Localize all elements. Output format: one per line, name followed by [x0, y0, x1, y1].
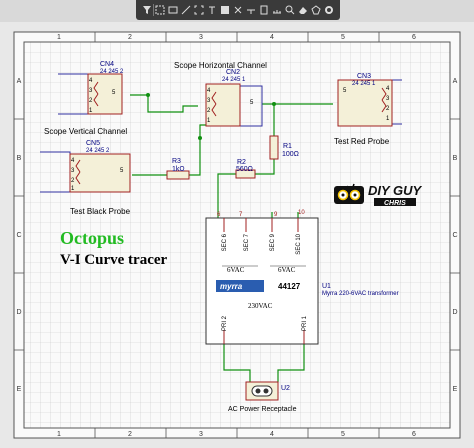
r2-ref: R2: [237, 159, 246, 166]
marquee-icon[interactable]: [154, 3, 167, 17]
secondary-right-voltage: 6VAC: [278, 266, 296, 274]
wire-icon[interactable]: [180, 3, 193, 17]
sec7-label: SEC 7: [244, 233, 250, 251]
brand-logo: myrra: [220, 282, 243, 291]
sec10-label: SEC 10: [296, 233, 302, 254]
frame-row-b-right: B: [453, 155, 458, 162]
frame-row-a-left: A: [17, 78, 22, 85]
frame-col-6-top: 6: [412, 34, 416, 41]
frame-col-5-bottom: 5: [341, 431, 345, 438]
r1-value: 100Ω: [282, 151, 299, 158]
pri2-label: PRI 2: [222, 315, 228, 331]
frame-col-1-bottom: 1: [57, 431, 61, 438]
cn5-label: Test Black Probe: [70, 207, 131, 216]
ruler-icon[interactable]: [271, 3, 284, 17]
r3-value: 1kΩ: [172, 166, 185, 173]
frame-row-e-left: E: [17, 386, 22, 393]
u1-description: Myrra 220-6VAC transformer: [322, 291, 399, 297]
frame-row-b-left: B: [17, 155, 22, 162]
title-vi-curve-tracer: V-I Curve tracer: [60, 252, 168, 268]
logo-line2: CHRIS: [384, 200, 406, 207]
schematic-toolbar: [136, 0, 340, 20]
eraser-icon[interactable]: [297, 3, 310, 17]
frame-row-c-right: C: [452, 232, 457, 239]
title-octopus: Octopus: [60, 228, 124, 248]
cn4-ref: CN4: [100, 61, 114, 68]
fit-icon[interactable]: [193, 3, 206, 17]
settings-icon[interactable]: [323, 3, 336, 17]
text-icon[interactable]: [206, 3, 219, 17]
diy-guy-chris-logo: DIY GUY CHRIS: [334, 183, 423, 207]
frame-col-6-bottom: 6: [412, 431, 416, 438]
r1-ref: R1: [283, 143, 292, 150]
junction-icon[interactable]: [245, 3, 258, 17]
u2-ref: U2: [281, 385, 290, 392]
component-icon[interactable]: [258, 3, 271, 17]
cn2-value: 24 245 1: [222, 77, 246, 83]
frame-col-4-top: 4: [270, 34, 274, 41]
frame-col-2-top: 2: [128, 34, 132, 41]
cn3-value: 24 245 1: [352, 81, 376, 87]
cn3-ref: CN3: [357, 73, 371, 80]
polygon-icon[interactable]: [310, 3, 323, 17]
frame-row-e-right: E: [453, 386, 458, 393]
r3-ref: R3: [172, 158, 181, 165]
frame-row-c-left: C: [16, 232, 21, 239]
cn3-label: Test Red Probe: [334, 137, 390, 146]
junction-dot: [146, 93, 150, 97]
sec6-label: SEC 6: [222, 233, 228, 251]
filter-icon[interactable]: [140, 3, 153, 17]
cn5-ref: CN5: [86, 140, 100, 147]
frame-row-d-right: D: [452, 309, 457, 316]
frame-col-2-bottom: 2: [128, 431, 132, 438]
zoom-icon[interactable]: [284, 3, 297, 17]
frame-row-a-right: A: [453, 78, 458, 85]
u2-label: AC Power Receptacle: [228, 406, 297, 413]
sec9-label: SEC 9: [270, 233, 276, 251]
rectangle-icon[interactable]: [167, 3, 180, 17]
frame-col-5-top: 5: [341, 34, 345, 41]
frame-col-3-bottom: 3: [199, 431, 203, 438]
logo-line1: DIY GUY: [368, 183, 423, 198]
u1-ref: U1: [322, 283, 331, 290]
frame-col-1-top: 1: [57, 34, 61, 41]
frame-row-d-left: D: [16, 309, 21, 316]
frame-col-4-bottom: 4: [270, 431, 274, 438]
cn2-label: Scope Horizontal Channel: [174, 61, 267, 70]
primary-voltage: 230VAC: [248, 302, 273, 310]
cn5-value: 24 245 2: [86, 148, 110, 154]
cn2-ref: CN2: [226, 69, 240, 76]
frame-col-3-top: 3: [199, 34, 203, 41]
bus-icon[interactable]: [219, 3, 232, 17]
junction-dot: [272, 102, 276, 106]
cn4-value: 24 245 2: [100, 69, 124, 75]
pri1-label: PRI 1: [302, 315, 308, 331]
pin-10: 10: [298, 210, 305, 216]
no-connect-icon[interactable]: [232, 3, 245, 17]
part-number: 44127: [278, 282, 301, 291]
r2-value: 560Ω: [236, 166, 253, 173]
junction-dot: [198, 136, 202, 140]
cn4-label: Scope Vertical Channel: [44, 127, 127, 136]
secondary-left-voltage: 6VAC: [227, 266, 245, 274]
